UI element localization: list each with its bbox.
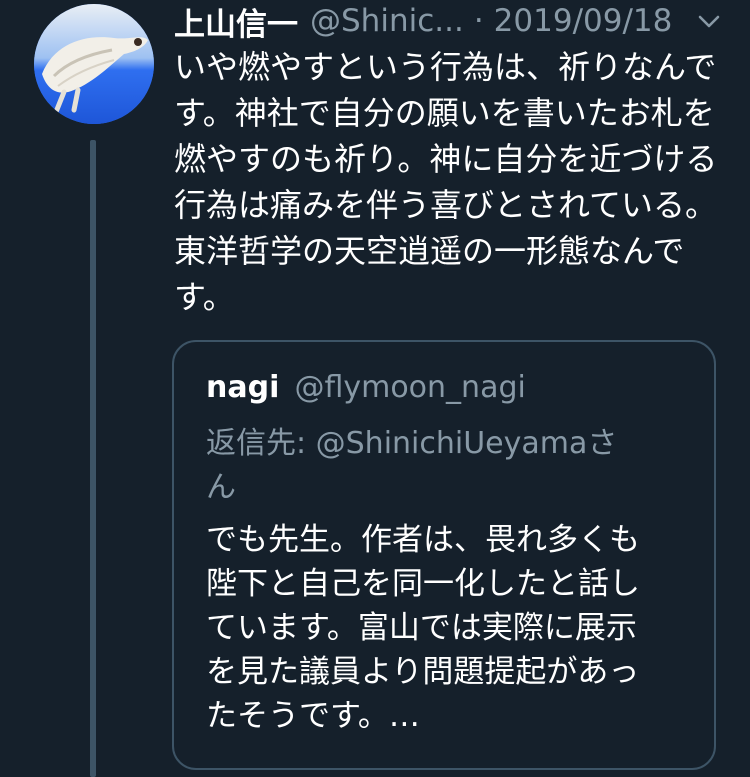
author-handle[interactable]: @Shinic... bbox=[310, 3, 464, 39]
quoted-tweet-card[interactable]: nagi @flymoon_nagi 返信先: @ShinichiUeyamaさ… bbox=[172, 340, 716, 770]
tweet-header: 上山信一 @Shinic... · 2019/09/18 bbox=[174, 0, 734, 44]
tweet-menu-button[interactable] bbox=[694, 6, 724, 36]
quoted-tweet-header: nagi @flymoon_nagi bbox=[206, 370, 526, 405]
chevron-down-icon bbox=[698, 15, 720, 28]
author-avatar[interactable] bbox=[34, 4, 154, 124]
quoted-author-handle: @flymoon_nagi bbox=[294, 370, 526, 405]
tweet-date[interactable]: 2019/09/18 bbox=[494, 3, 673, 39]
quoted-tweet-body: でも先生。作者は、畏れ多くも陛下と自己を同一化したと話しています。富山では実際に… bbox=[206, 522, 640, 734]
quoted-reply-to: 返信先: @ShinichiUeyamaさん bbox=[206, 426, 618, 505]
header-separator: · bbox=[473, 3, 484, 39]
tweet-body: いや燃やすという行為は、祈りなんです。神社で自分の願いを書いたお札を燃やすのも祈… bbox=[174, 48, 718, 316]
quoted-author-name: nagi bbox=[206, 370, 280, 405]
author-name[interactable]: 上山信一 bbox=[174, 0, 298, 44]
avatar-dog-image bbox=[34, 4, 154, 124]
thread-line bbox=[90, 140, 96, 777]
